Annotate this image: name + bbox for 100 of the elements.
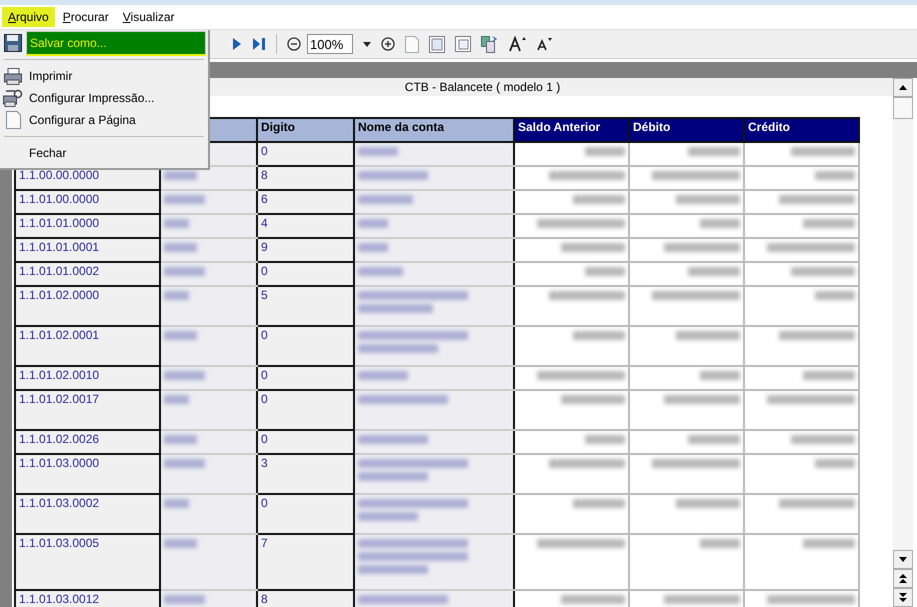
- redacted-text: [561, 395, 625, 404]
- table-cell: 4: [261, 216, 268, 230]
- multiple-pages-icon[interactable]: [481, 36, 499, 52]
- redacted-text: [791, 267, 855, 276]
- redacted-text: [164, 539, 197, 548]
- redacted-text: [164, 331, 197, 340]
- redacted-text: [358, 243, 388, 252]
- table-cell: 8: [261, 168, 268, 182]
- menu-item[interactable]: Fechar: [26, 142, 206, 164]
- whole-page-icon[interactable]: [455, 36, 471, 52]
- play-icon[interactable]: [232, 37, 242, 51]
- next-page-button[interactable]: [893, 588, 913, 607]
- zoom-in-icon[interactable]: [381, 37, 395, 51]
- printer-settings-icon: [3, 89, 23, 107]
- redacted-text: [676, 195, 740, 204]
- table-cell: 1.1.01.02.0010: [19, 368, 100, 382]
- redacted-text: [164, 171, 197, 180]
- redacted-text: [585, 147, 625, 156]
- redacted-text: [164, 371, 205, 380]
- redacted-text: [164, 195, 205, 204]
- page-icon: [6, 111, 20, 129]
- table-cell: 1.1.01.01.0002: [19, 264, 100, 278]
- redacted-text: [573, 499, 625, 508]
- table-cell: 7: [261, 536, 268, 550]
- table-cell: 0: [261, 392, 268, 406]
- redacted-text: [164, 595, 205, 604]
- redacted-text: [585, 435, 625, 444]
- redacted-text: [358, 267, 403, 276]
- menu-bar-item[interactable]: Procurar: [56, 7, 115, 27]
- redacted-text: [676, 331, 740, 340]
- menu-bar-item[interactable]: Arquivo: [2, 7, 55, 27]
- dropdown-icon[interactable]: [363, 42, 371, 46]
- redacted-text: [358, 472, 428, 481]
- redacted-text: [164, 395, 189, 404]
- redacted-text: [688, 267, 740, 276]
- redacted-text: [164, 243, 197, 252]
- redacted-text: [358, 512, 418, 521]
- table-cell: 1.1.01.03.0005: [19, 536, 100, 550]
- redacted-text: [791, 435, 855, 444]
- redacted-text: [700, 219, 740, 228]
- table-cell: 1.1.01.02.0000: [19, 288, 100, 302]
- redacted-text: [358, 371, 408, 380]
- redacted-text: [803, 371, 855, 380]
- font-decrease-icon[interactable]: [537, 37, 553, 51]
- menu-item[interactable]: Configurar a Página: [26, 109, 206, 131]
- last-page-icon[interactable]: [252, 37, 266, 51]
- redacted-text: [573, 331, 625, 340]
- redacted-text: [815, 171, 855, 180]
- redacted-text: [561, 595, 625, 604]
- zoom-field[interactable]: 100%: [307, 34, 353, 54]
- column-header: Saldo Anterior: [514, 118, 629, 142]
- previous-page-button[interactable]: [893, 569, 913, 588]
- scroll-thumb[interactable]: [893, 97, 913, 119]
- redacted-text: [358, 435, 428, 444]
- redacted-text: [700, 371, 740, 380]
- scroll-up-button[interactable]: [893, 78, 913, 97]
- redacted-text: [688, 147, 740, 156]
- table-cell: 5: [261, 288, 268, 302]
- menu-item[interactable]: Salvar como...: [26, 30, 206, 56]
- table-cell: 1.1.01.03.0000: [19, 456, 100, 470]
- table-cell: 0: [261, 264, 268, 278]
- redacted-text: [815, 459, 855, 468]
- redacted-text: [676, 499, 740, 508]
- page-width-icon[interactable]: [429, 36, 445, 52]
- redacted-text: [585, 267, 625, 276]
- redacted-text: [358, 171, 428, 180]
- redacted-text: [164, 435, 197, 444]
- printer-icon: [4, 68, 22, 84]
- table-cell: 1.1.01.00.0000: [19, 192, 100, 206]
- column-header: Nome da conta: [354, 118, 514, 142]
- redacted-text: [803, 219, 855, 228]
- table-cell: 1.1.01.01.0001: [19, 240, 100, 254]
- table-cell: 1.1.01.02.0017: [19, 392, 100, 406]
- table-cell: 1.1.01.01.0000: [19, 216, 100, 230]
- vertical-scrollbar[interactable]: [893, 78, 913, 607]
- redacted-text: [164, 267, 205, 276]
- redacted-text: [688, 435, 740, 444]
- scroll-down-button[interactable]: [893, 550, 913, 569]
- table-cell: 1.1.01.03.0012: [19, 592, 100, 606]
- zoom-out-icon[interactable]: [287, 37, 301, 51]
- column-header: Débito: [629, 118, 744, 142]
- font-increase-icon[interactable]: [509, 36, 527, 52]
- redacted-text: [803, 539, 855, 548]
- redacted-text: [561, 243, 625, 252]
- menu-bar-item[interactable]: Visualizar: [116, 7, 181, 27]
- caret-up-icon: [899, 85, 907, 90]
- redacted-text: [791, 147, 855, 156]
- redacted-text: [164, 459, 205, 468]
- redacted-text: [358, 565, 428, 574]
- table-cell: 1.1.01.03.0002: [19, 496, 100, 510]
- redacted-text: [164, 219, 189, 228]
- table-cell: 1.1.01.02.0001: [19, 328, 100, 342]
- redacted-text: [700, 539, 740, 548]
- column-header: Digito: [257, 118, 354, 142]
- table-cell: 3: [261, 456, 268, 470]
- table-cell: 0: [261, 144, 268, 158]
- table-cell: 6: [261, 192, 268, 206]
- redacted-text: [358, 147, 398, 156]
- table-cell: 1.1.00.00.0000: [19, 168, 100, 182]
- redacted-text: [358, 195, 413, 204]
